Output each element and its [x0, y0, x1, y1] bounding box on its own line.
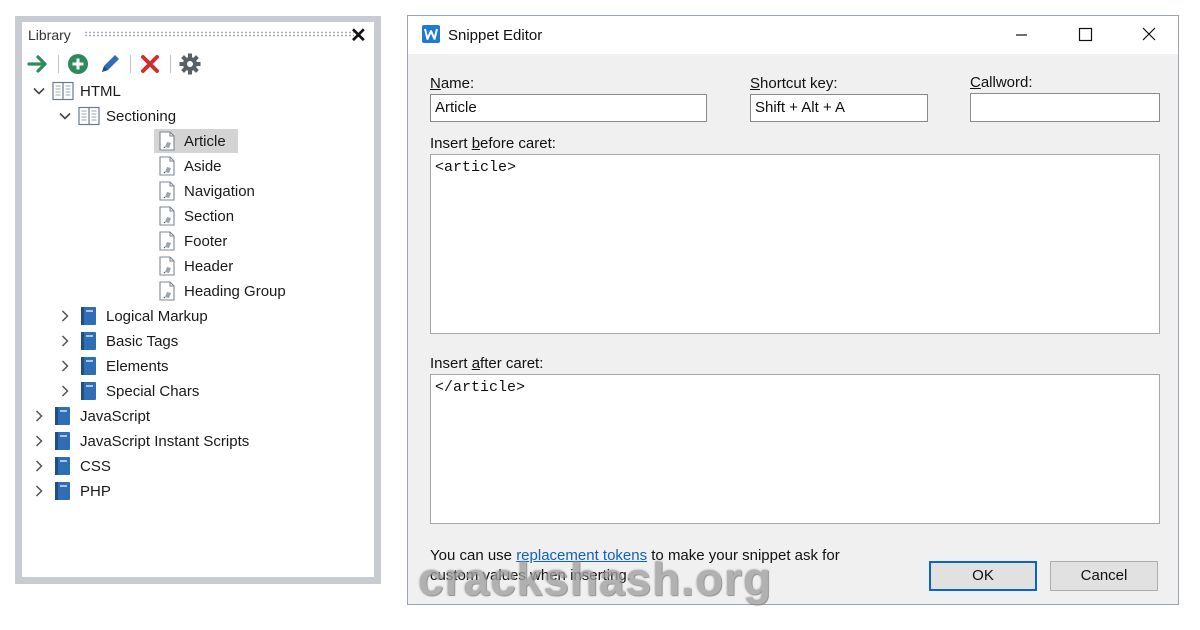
- plus-circle-icon[interactable]: [66, 52, 90, 76]
- tree-item-label: Aside: [184, 158, 222, 175]
- tree-item-label: Logical Markup: [106, 308, 208, 325]
- snippet-item[interactable]: Navigation: [22, 179, 362, 203]
- tree-item-label: JavaScript: [80, 408, 151, 425]
- library-toolbar: [26, 52, 366, 76]
- toolbar-separator: [170, 55, 171, 73]
- folder-item[interactable]: JavaScript: [22, 404, 362, 428]
- snippet-page-icon: [156, 281, 178, 301]
- pencil-icon[interactable]: [98, 52, 122, 76]
- folder-item[interactable]: JavaScript Instant Scripts: [22, 429, 362, 453]
- snippet-item[interactable]: Header: [22, 254, 362, 278]
- chevron-down-icon[interactable]: [58, 109, 72, 123]
- closed-book-icon: [78, 381, 100, 401]
- folder-item[interactable]: Logical Markup: [22, 304, 362, 328]
- chevron-right-icon[interactable]: [58, 334, 72, 348]
- chevron-right-icon[interactable]: [58, 309, 72, 323]
- chevron-right-icon[interactable]: [58, 384, 72, 398]
- window-title: Snippet Editor: [448, 27, 543, 44]
- snippet-item[interactable]: Heading Group: [22, 279, 362, 303]
- title-bar: Snippet Editor: [408, 16, 1178, 54]
- insert-before-caret-label: Insert before caret:: [430, 135, 556, 152]
- tree-item-label: Elements: [106, 358, 169, 375]
- closed-book-icon: [52, 456, 74, 476]
- tree-item-label: Section: [184, 208, 235, 225]
- snippet-item[interactable]: Footer: [22, 229, 362, 253]
- close-icon[interactable]: ✕: [350, 23, 367, 48]
- app-icon: [422, 25, 440, 43]
- arrow-right-icon[interactable]: [26, 52, 50, 76]
- snippet-editor-dialog: Snippet Editor Name: Article Shortcut ke…: [407, 15, 1179, 605]
- folder-item[interactable]: PHP: [22, 479, 362, 503]
- tree-item-label: JavaScript Instant Scripts: [80, 433, 250, 450]
- library-title: Library: [28, 27, 71, 43]
- panel-grip[interactable]: [84, 31, 354, 37]
- folder-item[interactable]: CSS: [22, 454, 362, 478]
- tree-item-label: Navigation: [184, 183, 255, 200]
- close-window-button[interactable]: [1120, 16, 1178, 54]
- name-label: Name:: [430, 75, 475, 92]
- folder-item[interactable]: Sectioning: [22, 104, 362, 128]
- callword-input[interactable]: [970, 93, 1160, 122]
- insert-after-caret-label: Insert after caret:: [430, 355, 544, 372]
- snippet-page-icon: [156, 231, 178, 251]
- cancel-button[interactable]: Cancel: [1050, 561, 1158, 591]
- tree-item-label: Footer: [184, 233, 228, 250]
- snippet-page-icon: [156, 206, 178, 226]
- tree-item-label: Special Chars: [106, 383, 200, 400]
- tree-item-label: Header: [184, 258, 234, 275]
- tree-item-label: Article: [184, 133, 226, 150]
- toolbar-separator: [58, 55, 59, 73]
- closed-book-icon: [78, 331, 100, 351]
- snippet-page-icon: [156, 181, 178, 201]
- insert-before-caret-textarea[interactable]: <article>: [430, 154, 1160, 334]
- shortcut-key-label: Shortcut key:: [750, 75, 838, 92]
- minimize-button[interactable]: [992, 16, 1050, 54]
- tree-item-label: HTML: [80, 83, 121, 100]
- name-input[interactable]: Article: [430, 94, 707, 122]
- chevron-down-icon[interactable]: [32, 84, 46, 98]
- folder-item[interactable]: HTML: [22, 79, 362, 103]
- snippet-page-icon: [156, 256, 178, 276]
- closed-book-icon: [52, 431, 74, 451]
- tree-item-label: PHP: [80, 483, 111, 500]
- folder-item[interactable]: Special Chars: [22, 379, 362, 403]
- chevron-right-icon[interactable]: [32, 434, 46, 448]
- maximize-button[interactable]: [1056, 16, 1114, 54]
- chevron-right-icon[interactable]: [32, 459, 46, 473]
- closed-book-icon: [52, 406, 74, 426]
- library-header: Library ✕: [22, 22, 374, 49]
- gear-icon[interactable]: [178, 52, 202, 76]
- shortcut-key-input[interactable]: Shift + Alt + A: [750, 94, 928, 122]
- open-book-icon: [52, 81, 74, 101]
- insert-after-caret-textarea[interactable]: </article>: [430, 374, 1160, 524]
- chevron-right-icon[interactable]: [32, 484, 46, 498]
- snippet-item[interactable]: Article: [22, 129, 362, 153]
- chevron-right-icon[interactable]: [32, 409, 46, 423]
- closed-book-icon: [52, 481, 74, 501]
- open-book-icon: [78, 106, 100, 126]
- callword-label: Callword:: [970, 74, 1033, 91]
- toolbar-separator: [130, 55, 131, 73]
- snippet-item[interactable]: Section: [22, 204, 362, 228]
- folder-item[interactable]: Elements: [22, 354, 362, 378]
- snippet-item[interactable]: Aside: [22, 154, 362, 178]
- chevron-right-icon[interactable]: [58, 359, 72, 373]
- ok-button[interactable]: OK: [929, 561, 1037, 591]
- folder-item[interactable]: Basic Tags: [22, 329, 362, 353]
- tree-item-label: Basic Tags: [106, 333, 179, 350]
- closed-book-icon: [78, 306, 100, 326]
- red-x-icon[interactable]: [138, 52, 162, 76]
- watermark: crackshash.org: [418, 553, 773, 605]
- closed-book-icon: [78, 356, 100, 376]
- tree-item-label: Heading Group: [184, 283, 286, 300]
- snippet-page-icon: [156, 131, 178, 151]
- snippet-page-icon: [156, 156, 178, 176]
- tree-item-label: CSS: [80, 458, 111, 475]
- tree-item-label: Sectioning: [106, 108, 177, 125]
